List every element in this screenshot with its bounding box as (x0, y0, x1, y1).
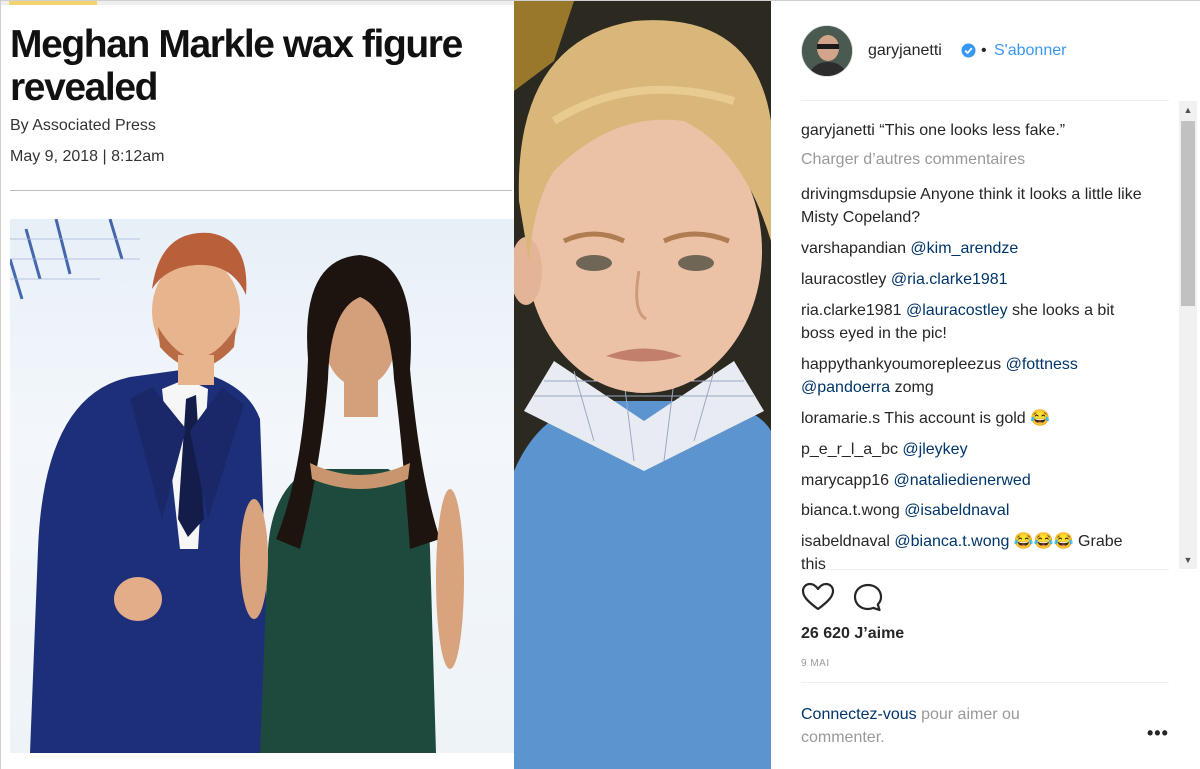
post-author-username[interactable]: garyjanetti (868, 42, 942, 60)
comment-item: lauracostley @ria.clarke1981 (801, 268, 1147, 291)
heart-icon[interactable] (801, 581, 835, 615)
comment-mention[interactable]: @kim_arendze (910, 240, 1018, 257)
article-divider (10, 190, 512, 191)
comment-username[interactable]: varshapandian (801, 240, 906, 257)
post-header: garyjanetti • S'abonner (771, 1, 1200, 101)
wax-figure-photo (10, 219, 514, 753)
likes-label: J’aime (854, 625, 905, 642)
article-category-tag (9, 1, 97, 5)
child-portrait-photo (514, 1, 771, 769)
comment-mention[interactable]: @fottness (1006, 356, 1078, 373)
instagram-post-panel: garyjanetti • S'abonner garyjanetti “Thi… (771, 1, 1200, 769)
article-byline: By Associated Press (10, 117, 156, 134)
comment-text: This account is gold 😂 (884, 410, 1051, 427)
post-actions (801, 581, 921, 617)
comments-divider (801, 569, 1169, 570)
comment-item: marycapp16 @nataliedienerwed (801, 469, 1147, 492)
comment-item: varshapandian @kim_arendze (801, 237, 1147, 260)
comment-username[interactable]: isabeldnaval (801, 533, 890, 550)
footer-divider (801, 682, 1169, 683)
comment-mention[interactable]: @jleykey (902, 441, 967, 458)
comment-text: “This one looks less fake.” (879, 122, 1066, 139)
comment-item: ria.clarke1981 @lauracostley she looks a… (801, 299, 1147, 345)
more-options-icon[interactable]: ••• (1147, 723, 1169, 744)
comment-username[interactable]: bianca.t.wong (801, 502, 900, 519)
comment-item: p_e_r_l_a_bc @jleykey (801, 438, 1147, 461)
likes-number: 26 620 (801, 625, 850, 642)
news-article-panel: Meghan Markle wax figure revealed By Ass… (1, 1, 514, 769)
comment-mention[interactable]: @ria.clarke1981 (891, 271, 1008, 288)
comment-mention[interactable]: @lauracostley (906, 302, 1008, 319)
comment-item: happythankyoumorepleezus @fottness @pand… (801, 353, 1147, 399)
comment-mention[interactable]: @nataliedienerwed (894, 472, 1031, 489)
window-frame: Meghan Markle wax figure revealed By Ass… (0, 0, 1200, 769)
comment-username[interactable]: happythankyoumorepleezus (801, 356, 1001, 373)
scroll-down-arrow-icon[interactable]: ▼ (1179, 551, 1197, 569)
header-separator: • (981, 42, 987, 59)
comments-scrollbar[interactable]: ▲ ▼ (1179, 101, 1197, 569)
follow-button[interactable]: S'abonner (994, 42, 1066, 60)
load-more-comments-link[interactable]: Charger d’autres commentaires (801, 151, 1025, 169)
comments-list[interactable]: garyjanetti “This one looks less fake.” … (801, 101, 1169, 569)
login-prompt: Connectez-vous pour aimer ou commenter. (801, 703, 1101, 749)
comment-username[interactable]: p_e_r_l_a_bc (801, 441, 898, 458)
avatar[interactable] (801, 25, 853, 77)
likes-count[interactable]: 26 620 J’aime (801, 625, 904, 643)
login-link[interactable]: Connectez-vous (801, 706, 917, 723)
comment-caption: garyjanetti “This one looks less fake.” (801, 119, 1147, 142)
comment-mention[interactable]: @pandoerra (801, 379, 890, 396)
scrollbar-thumb[interactable] (1181, 121, 1195, 306)
article-headline: Meghan Markle wax figure revealed (10, 23, 463, 109)
scroll-up-arrow-icon[interactable]: ▲ (1179, 101, 1197, 119)
comment-mention[interactable]: @isabeldnaval (904, 502, 1009, 519)
comment-username[interactable]: ria.clarke1981 (801, 302, 902, 319)
comment-username[interactable]: loramarie.s (801, 410, 880, 427)
comment-text: zomg (894, 379, 934, 396)
comment-item: loramarie.s This account is gold 😂 (801, 407, 1147, 430)
verified-badge-icon (961, 43, 976, 58)
comment-item: isabeldnaval @bianca.t.wong 😂😂😂 Grabe th… (801, 530, 1147, 569)
comment-mention[interactable]: @bianca.t.wong (894, 533, 1009, 550)
post-date: 9 MAI (801, 658, 830, 669)
comment-item: bianca.t.wong @isabeldnaval (801, 499, 1147, 522)
comment-username[interactable]: marycapp16 (801, 472, 889, 489)
comment-username[interactable]: garyjanetti (801, 122, 875, 139)
comment-username[interactable]: drivingmsdupsie (801, 186, 917, 203)
comment-item: drivingmsdupsie Anyone think it looks a … (801, 183, 1147, 229)
comment-bubble-icon[interactable] (851, 581, 885, 615)
article-date: May 9, 2018 | 8:12am (10, 148, 165, 165)
comment-username[interactable]: lauracostley (801, 271, 886, 288)
